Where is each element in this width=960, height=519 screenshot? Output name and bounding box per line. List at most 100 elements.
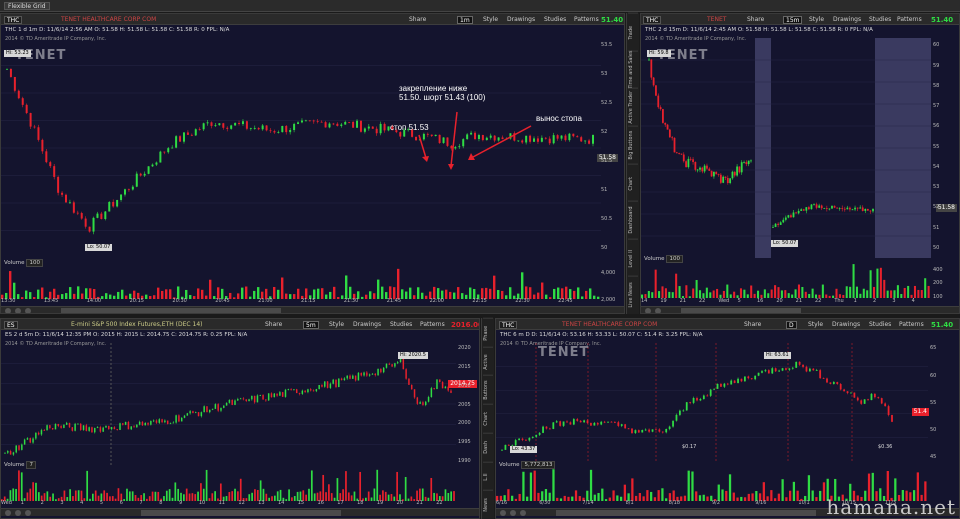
side-tab[interactable]: Level II xyxy=(628,238,638,277)
tick-label: 50 xyxy=(930,426,937,433)
drawings-button[interactable]: Drawings xyxy=(833,16,861,24)
volume-bar xyxy=(259,480,262,501)
candle-body xyxy=(774,223,777,227)
tick-label: 19 xyxy=(660,298,667,304)
share-button[interactable]: Share xyxy=(265,321,282,329)
candle-body xyxy=(251,395,253,400)
symbol-field[interactable]: ES xyxy=(4,321,18,329)
side-tab[interactable]: News xyxy=(483,490,493,519)
candle-body xyxy=(795,361,798,368)
symbol-field[interactable]: THC xyxy=(643,16,662,24)
studies-button[interactable]: Studies xyxy=(390,321,412,329)
timeframe-button[interactable]: 15m xyxy=(783,16,803,24)
studies-button[interactable]: Studies xyxy=(869,16,891,24)
patterns-button[interactable]: Patterns xyxy=(897,16,922,24)
chart-panel-es: ES E-mini S&P 500 Index Futures,ETH (DEC… xyxy=(0,318,480,519)
share-button[interactable]: Share xyxy=(744,321,761,329)
patterns-button[interactable]: Patterns xyxy=(420,321,445,329)
tick-label: 65 xyxy=(930,345,937,352)
style-button[interactable]: Style xyxy=(808,321,823,329)
studies-button[interactable]: Studies xyxy=(869,321,891,329)
volume-bar xyxy=(849,286,852,298)
candle-body xyxy=(726,383,729,385)
candle-body xyxy=(819,370,822,379)
candle-body xyxy=(324,381,326,387)
price-chart xyxy=(496,343,928,461)
candle-body xyxy=(828,208,831,210)
candle-body xyxy=(880,398,883,404)
tick-label: 400 xyxy=(933,266,943,273)
tick-label: 3 xyxy=(60,500,64,506)
candle-body xyxy=(802,209,805,211)
volume-bar xyxy=(743,289,746,298)
candle-body xyxy=(4,452,6,454)
y-axis: 2020 2015 2010 2005 2000 1995 1990 xyxy=(456,343,479,465)
candle-body xyxy=(12,452,15,455)
candle-body xyxy=(209,409,211,413)
candle-body xyxy=(637,430,640,433)
horizontal-scrollbar[interactable] xyxy=(641,306,959,313)
drawings-button[interactable]: Drawings xyxy=(832,321,860,329)
candle-body xyxy=(672,420,674,427)
volume-bar xyxy=(750,285,753,298)
volume-bar xyxy=(654,269,657,298)
symbol-field[interactable]: THC xyxy=(499,321,518,329)
tick-label: 8/1 xyxy=(625,500,634,506)
horizontal-scrollbar[interactable] xyxy=(1,508,479,516)
side-tab[interactable]: Time and Sales xyxy=(628,50,638,89)
candle-body xyxy=(79,423,82,430)
candle-body xyxy=(63,424,65,428)
side-tab[interactable]: Dash xyxy=(483,432,493,462)
candle-body xyxy=(737,378,739,383)
candle-body xyxy=(253,395,256,403)
style-button[interactable]: Style xyxy=(809,16,824,24)
volume-bar xyxy=(893,290,896,298)
flexible-grid-tab[interactable]: Flexible Grid xyxy=(4,2,50,10)
side-tab[interactable]: Chart xyxy=(628,163,638,202)
style-button[interactable]: Style xyxy=(329,321,344,329)
side-tab[interactable]: Buttons xyxy=(483,375,493,405)
candle-body xyxy=(425,401,427,405)
candle-body xyxy=(501,449,503,451)
candle-body xyxy=(730,380,733,385)
chart-panel-daily: THC TENET HEALTHCARE CORP COM Share D St… xyxy=(495,318,960,519)
candle-body xyxy=(77,423,79,425)
candle-body xyxy=(116,429,118,430)
volume-bar xyxy=(522,471,525,501)
side-tab[interactable]: Dashboard xyxy=(628,201,638,239)
side-tab[interactable]: L.II xyxy=(483,461,493,491)
candle-body xyxy=(761,371,763,373)
candle-body xyxy=(178,415,180,422)
volume-bar xyxy=(695,280,698,298)
candle-body xyxy=(23,439,26,445)
candle-body xyxy=(713,388,716,390)
candle-body xyxy=(723,383,726,387)
candle-body xyxy=(315,389,318,392)
timeframe-button[interactable]: 5m xyxy=(303,321,319,329)
volume-bar xyxy=(811,288,814,298)
candle-body xyxy=(808,368,811,372)
timeframe-button[interactable]: D xyxy=(786,321,797,329)
volume-bar xyxy=(835,288,838,298)
side-tab[interactable]: Active Trader xyxy=(628,88,638,126)
side-tab[interactable]: Active xyxy=(483,346,493,376)
volume-label: Volume 5,772,813 xyxy=(499,461,556,469)
tick-label: 17 xyxy=(337,500,344,506)
side-tab[interactable]: Big Buttons xyxy=(628,125,638,164)
horizontal-scrollbar[interactable] xyxy=(1,306,624,313)
patterns-button[interactable]: Patterns xyxy=(899,321,924,329)
side-tab[interactable]: Trade xyxy=(628,13,638,51)
chart-panel-1m: THC TENET HEALTHCARE CORP COM Share 1m S… xyxy=(0,13,625,314)
candle-body xyxy=(607,421,609,423)
drawings-button[interactable]: Drawings xyxy=(353,321,381,329)
side-tab[interactable]: Chart xyxy=(483,404,493,433)
candle-body xyxy=(504,444,507,450)
volume-bar xyxy=(726,284,729,298)
share-button[interactable]: Share xyxy=(747,16,764,24)
chart-header: THC TENET HEALTHCARE CORP COM Share D St… xyxy=(496,319,959,330)
ohlc-info: THC 2 d 15m D: 11/6/14 2:45 AM O: 51.58 … xyxy=(645,27,873,33)
candle-body xyxy=(377,368,379,376)
tick-label: 6 xyxy=(119,500,123,506)
side-tab[interactable]: Live News xyxy=(628,276,638,314)
side-tab[interactable]: Phase xyxy=(483,318,493,347)
